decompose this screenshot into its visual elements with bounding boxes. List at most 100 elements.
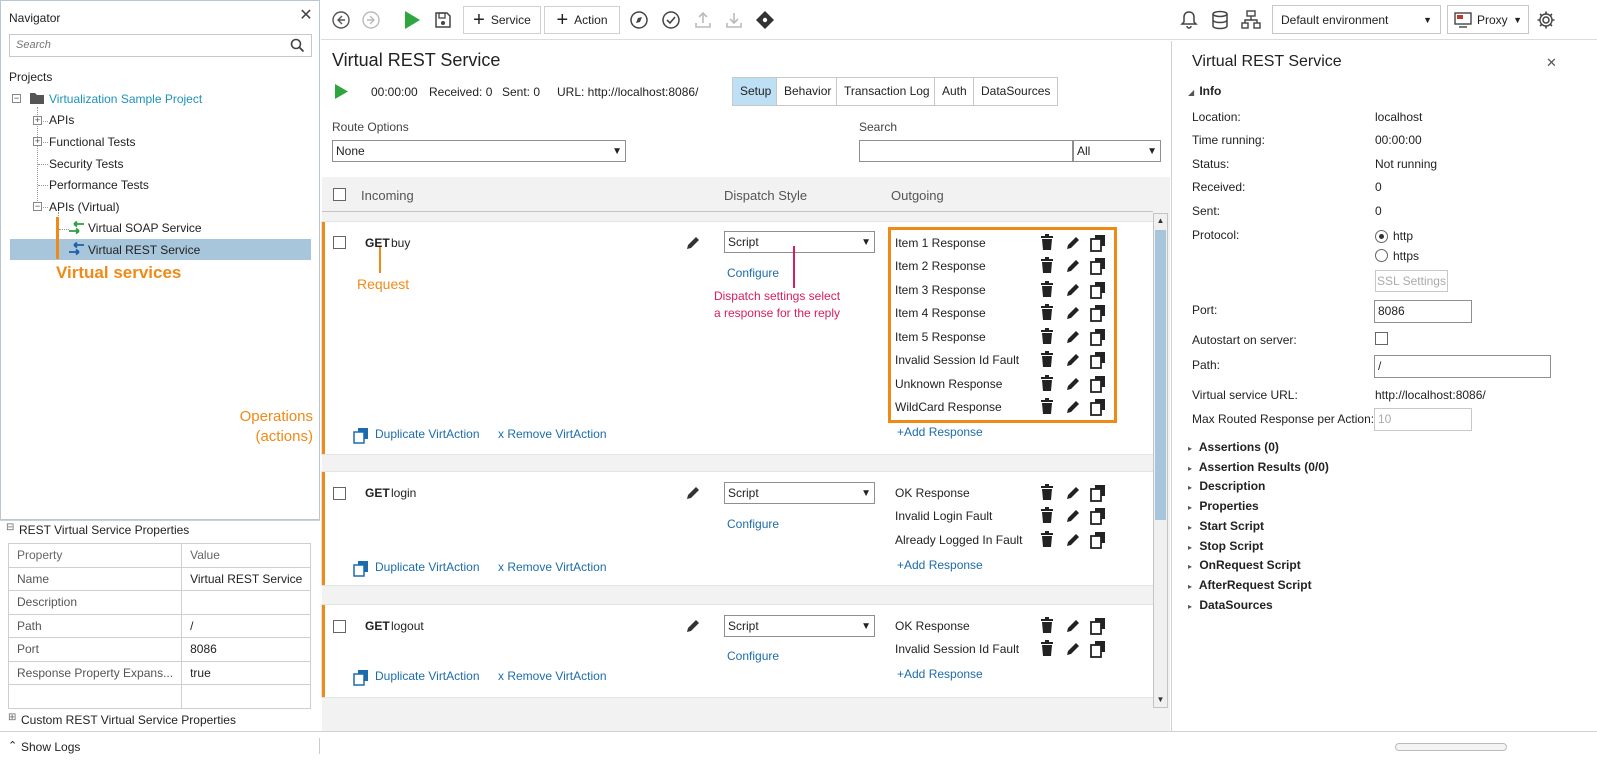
operation-checkbox[interactable] [333, 487, 346, 500]
settings-button[interactable] [1535, 6, 1557, 34]
pencil-icon[interactable] [1064, 281, 1080, 297]
copy-icon[interactable] [1089, 484, 1105, 502]
show-logs-button[interactable]: Show Logs [21, 740, 80, 754]
section-assertion-results-0-0[interactable]: ▸ Assertion Results (0/0) [1188, 460, 1329, 474]
remove-virtaction-link[interactable]: x Remove VirtAction [498, 427, 607, 441]
trash-icon[interactable] [1040, 304, 1056, 320]
tree-item-performance-tests[interactable]: Performance Tests [49, 175, 149, 195]
tree-item-security-tests[interactable]: Security Tests [49, 154, 123, 174]
copy-icon[interactable] [1089, 257, 1105, 275]
environment-hierarchy-button[interactable] [1240, 6, 1262, 34]
scroll-thumb[interactable] [1155, 230, 1166, 520]
route-options-select[interactable]: None ▼ [332, 140, 626, 162]
trash-icon[interactable] [1040, 375, 1056, 391]
response-item[interactable]: Invalid Login Fault [895, 509, 992, 523]
section-description[interactable]: ▸ Description [1188, 479, 1265, 493]
pencil-icon[interactable] [1064, 507, 1080, 523]
copy-icon[interactable] [1089, 234, 1105, 252]
table-row[interactable]: Response Property Expans... true [7, 660, 312, 685]
save-button[interactable] [432, 6, 454, 34]
copy-icon[interactable] [1089, 640, 1105, 658]
expand-toggle[interactable]: ⊞ [8, 712, 16, 723]
copy-icon[interactable] [1089, 617, 1105, 635]
response-item[interactable]: Invalid Session Id Fault [895, 353, 1019, 367]
operations-search-input[interactable] [859, 140, 1073, 162]
search-icon[interactable] [290, 38, 305, 53]
section-afterrequest-script[interactable]: ▸ AfterRequest Script [1188, 578, 1312, 592]
response-item[interactable]: Unknown Response [895, 377, 1002, 391]
tree-item-apis[interactable]: APIs [49, 110, 74, 130]
operation-name[interactable]: login [391, 486, 416, 500]
copy-icon[interactable] [1089, 304, 1105, 322]
pencil-icon[interactable] [1064, 257, 1080, 273]
navigator-search[interactable] [9, 34, 312, 57]
expand-toggle[interactable]: + [33, 137, 42, 146]
validate-button[interactable] [660, 6, 682, 34]
select-all-checkbox[interactable] [333, 188, 346, 201]
path-input[interactable]: / [1374, 355, 1551, 378]
copy-icon[interactable] [1089, 375, 1105, 393]
expand-toggle[interactable]: + [33, 116, 42, 125]
remove-virtaction-link[interactable]: x Remove VirtAction [498, 669, 607, 683]
run-button[interactable] [401, 6, 423, 34]
duplicate-virtaction-link[interactable]: Duplicate VirtAction [375, 427, 480, 441]
pencil-icon[interactable] [1064, 304, 1080, 320]
vertical-scrollbar[interactable]: ▲ ▼ [1153, 213, 1168, 708]
add-service-button[interactable]: + Service [463, 6, 541, 34]
trash-icon[interactable] [1040, 531, 1056, 547]
response-item[interactable]: OK Response [895, 486, 970, 500]
close-icon[interactable]: ✕ [1546, 55, 1557, 71]
notifications-button[interactable] [1178, 6, 1200, 34]
tree-item-virtual-rest[interactable]: Virtual REST Service [88, 240, 200, 260]
export-button[interactable] [692, 6, 714, 34]
configure-link[interactable]: Configure [727, 266, 779, 280]
operation-name[interactable]: logout [391, 619, 424, 633]
pencil-icon[interactable] [1064, 375, 1080, 391]
operation-checkbox[interactable] [333, 620, 346, 633]
autostart-checkbox[interactable] [1375, 332, 1388, 345]
environment-select[interactable]: Default environment ▼ [1272, 5, 1441, 34]
response-item[interactable]: Item 1 Response [895, 236, 986, 250]
copy-icon[interactable] [1089, 507, 1105, 525]
copy-icon[interactable] [1089, 328, 1105, 346]
port-input[interactable]: 8086 [1374, 300, 1472, 323]
protocol-http-radio[interactable] [1375, 230, 1388, 243]
close-icon[interactable]: ✕ [297, 7, 315, 25]
scroll-down-icon[interactable]: ▼ [1154, 693, 1167, 707]
tree-item-virtual-soap[interactable]: Virtual SOAP Service [88, 218, 202, 238]
configure-link[interactable]: Configure [727, 649, 779, 663]
proxy-button[interactable]: Proxy ▼ [1447, 5, 1529, 34]
trash-icon[interactable] [1040, 398, 1056, 414]
add-response-link[interactable]: +Add Response [897, 558, 983, 572]
pencil-icon[interactable] [1064, 617, 1080, 633]
section-properties[interactable]: ▸ Properties [1188, 499, 1259, 513]
configure-link[interactable]: Configure [727, 517, 779, 531]
horizontal-scrollbar[interactable] [1395, 743, 1507, 751]
tree-item-functional-tests[interactable]: Functional Tests [49, 132, 136, 152]
max-routed-input[interactable]: 10 [1374, 408, 1472, 431]
forward-button[interactable] [360, 6, 382, 34]
edit-operation-button[interactable] [684, 617, 702, 638]
pencil-icon[interactable] [1064, 398, 1080, 414]
operation-name[interactable]: buy [391, 236, 410, 250]
table-row[interactable]: Name Virtual REST Service [7, 566, 312, 591]
trash-icon[interactable] [1040, 281, 1056, 297]
custom-properties-title[interactable]: Custom REST Virtual Service Properties [21, 713, 236, 727]
table-row[interactable]: Port 8086 [7, 637, 312, 662]
section-onrequest-script[interactable]: ▸ OnRequest Script [1188, 558, 1301, 572]
protocol-https-radio[interactable] [1375, 249, 1388, 262]
search-filter-select[interactable]: All ▼ [1073, 140, 1161, 162]
pencil-icon[interactable] [1064, 328, 1080, 344]
search-input[interactable] [10, 35, 280, 55]
section-assertions-0[interactable]: ▸ Assertions (0) [1188, 440, 1279, 454]
add-response-link[interactable]: +Add Response [897, 667, 983, 681]
tab-auth[interactable]: Auth [934, 77, 975, 106]
copy-icon[interactable] [1089, 351, 1105, 369]
trash-icon[interactable] [1040, 328, 1056, 344]
pencil-icon[interactable] [1064, 640, 1080, 656]
add-response-link[interactable]: +Add Response [897, 425, 983, 439]
operation-checkbox[interactable] [333, 236, 346, 249]
trash-icon[interactable] [1040, 351, 1056, 367]
git-button[interactable] [754, 6, 776, 34]
section-datasources[interactable]: ▸ DataSources [1188, 598, 1273, 612]
